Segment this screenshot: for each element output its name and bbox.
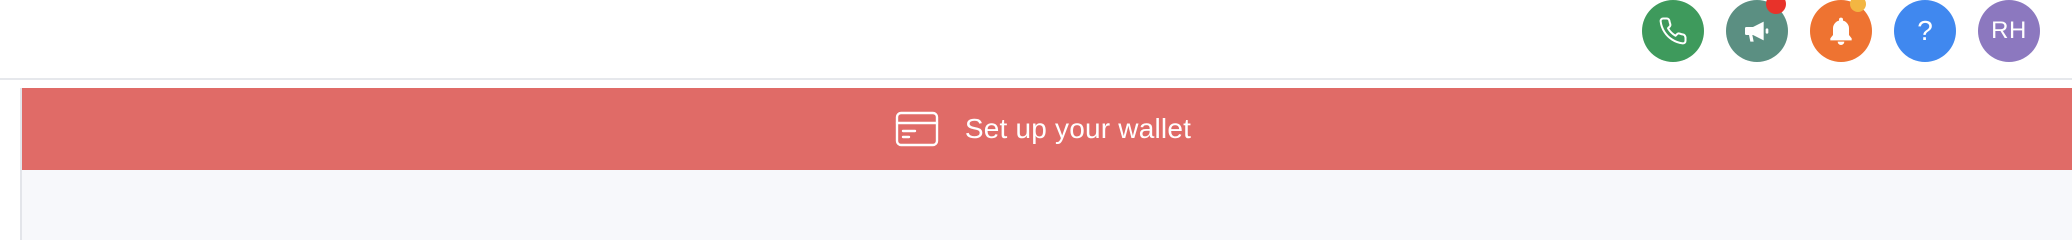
announcement-badge [1766,0,1786,14]
main-content: Set up your wallet [20,88,2072,240]
user-avatar[interactable]: RH [1978,0,2040,62]
bell-icon [1830,17,1852,45]
phone-button[interactable] [1642,0,1704,62]
megaphone-icon [1745,21,1769,42]
phone-icon [1659,17,1687,45]
wallet-setup-banner[interactable]: Set up your wallet [22,88,2072,170]
notification-badge [1850,0,1866,12]
announcements-button[interactable] [1726,0,1788,62]
question-icon: ? [1917,15,1933,46]
credit-card-icon [895,111,939,147]
top-header: ? RH [0,0,2072,80]
help-button[interactable]: ? [1894,0,1956,62]
banner-content: Set up your wallet [895,111,1191,147]
avatar-initials: RH [1991,17,2027,44]
banner-text: Set up your wallet [964,113,1192,144]
notifications-button[interactable] [1810,0,1872,62]
